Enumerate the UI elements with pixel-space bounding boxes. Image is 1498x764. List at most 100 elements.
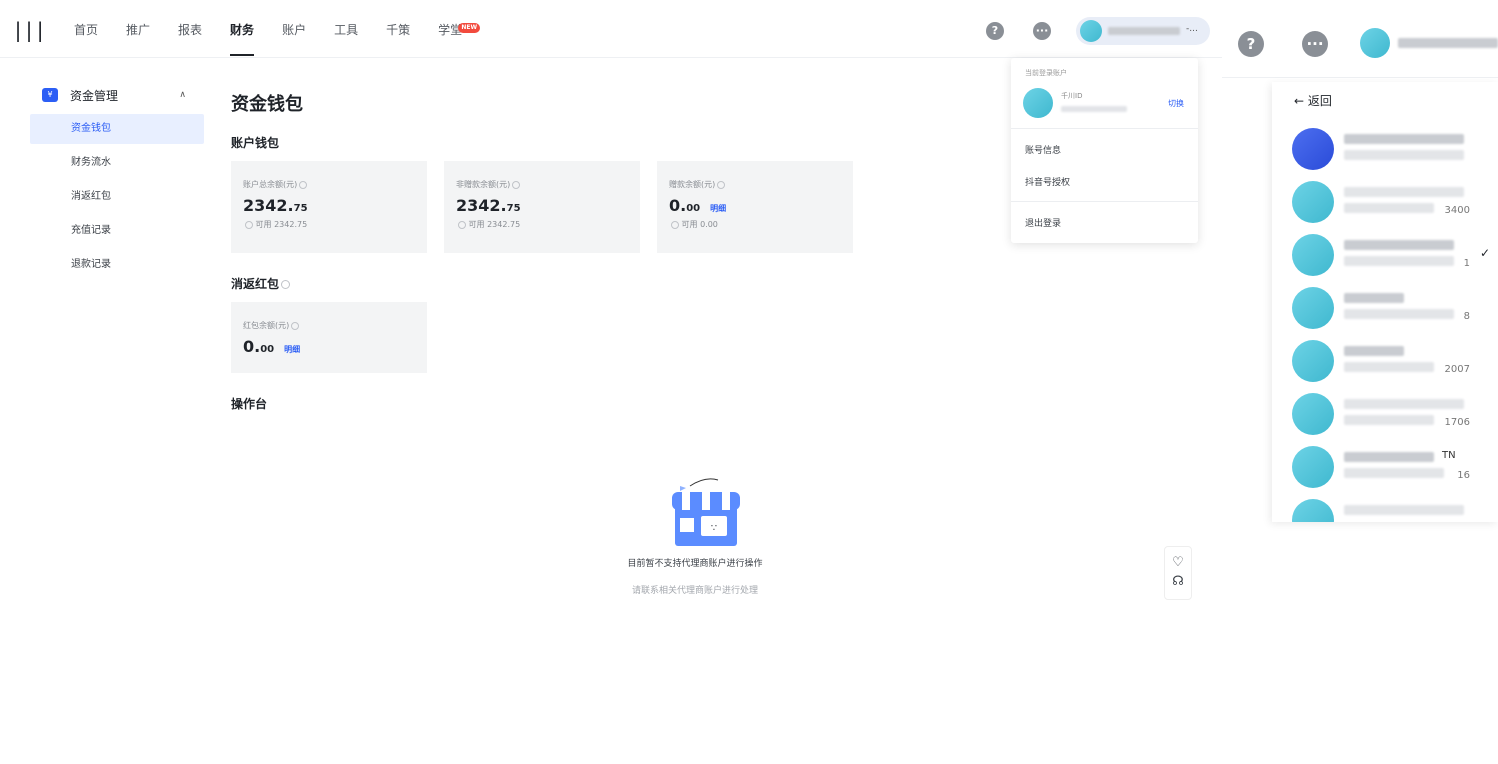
card-value-int: 0. (243, 337, 261, 356)
account-id-blurred (1344, 468, 1444, 478)
card-label: 赠款余额(元) (669, 180, 716, 189)
empty-state: ∵ 目前暂不支持代理商账户进行操作 请联系相关代理商账户进行处理 (620, 476, 770, 596)
account-id-label: 千川ID (1061, 92, 1083, 100)
menu-logout[interactable]: 退出登录 (1025, 216, 1061, 229)
nav-tools[interactable]: 工具 (334, 0, 358, 58)
account-name-blurred (1344, 399, 1464, 409)
closed-shop-icon: ∵ (672, 478, 740, 546)
sidebar: ¥ 资金管理 ∧ 资金钱包 财务流水 消返红包 充值记录 退款记录 (30, 80, 204, 280)
menu-account-info[interactable]: 账号信息 (1025, 143, 1061, 156)
app-logo[interactable]: ||| (12, 18, 46, 42)
card-available: 可用 2342.75 (255, 220, 308, 229)
account-avatar (1023, 88, 1053, 118)
top-nav-bar: ||| 首页 推广 报表 财务 账户 工具 千策 学堂 NEW ? ··· -.… (0, 0, 1222, 58)
message-icon[interactable]: ··· (1033, 22, 1051, 40)
account-item[interactable] (1292, 499, 1492, 522)
card-label: 非赠款余额(元) (456, 180, 511, 189)
account-item[interactable]: 2007 (1292, 340, 1492, 384)
sidebar-item-redpack[interactable]: 消返红包 (30, 182, 204, 212)
nav-promotion[interactable]: 推广 (126, 0, 150, 58)
check-icon: ✓ (1479, 246, 1490, 260)
redpack-heading-label: 消返红包 (231, 277, 280, 291)
info-icon[interactable] (291, 321, 300, 330)
message-icon[interactable]: ··· (1302, 31, 1328, 57)
detail-link[interactable]: 明细 (284, 345, 300, 354)
account-id-blurred (1344, 203, 1434, 213)
account-item-selected[interactable]: 1 (1292, 234, 1492, 278)
user-avatar[interactable] (1360, 28, 1390, 58)
page-title: 资金钱包 (231, 94, 303, 115)
account-avatar (1292, 128, 1334, 170)
new-badge: NEW (458, 23, 481, 33)
account-item[interactable]: 1706 (1292, 393, 1492, 437)
info-icon[interactable] (512, 180, 521, 189)
support-icon[interactable]: ☊ (1165, 574, 1191, 589)
help-icon[interactable]: ? (1238, 31, 1264, 57)
nav-reports[interactable]: 报表 (178, 0, 202, 58)
account-name-blurred (1344, 187, 1464, 197)
sidebar-section-label: 资金管理 (70, 88, 119, 103)
sidebar-item-refund[interactable]: 退款记录 (30, 250, 204, 280)
sidebar-section-funds[interactable]: ¥ 资金管理 ∧ (30, 80, 204, 110)
account-avatar (1292, 340, 1334, 382)
main-nav: 首页 推广 报表 财务 账户 工具 千策 学堂 NEW (74, 0, 490, 58)
info-icon[interactable] (717, 180, 726, 189)
card-value-dec: 00 (686, 203, 701, 214)
back-button[interactable]: ← 返回 (1294, 92, 1332, 109)
account-item[interactable]: 3400 (1292, 181, 1492, 225)
nav-account[interactable]: 账户 (282, 0, 306, 58)
account-item[interactable]: 8 (1292, 287, 1492, 331)
info-icon[interactable] (281, 280, 291, 289)
account-name-blurred (1344, 452, 1434, 462)
account-avatar (1292, 499, 1334, 522)
nav-qiance[interactable]: 千策 (386, 0, 410, 58)
card-value-dec: 75 (293, 203, 308, 214)
account-id-blurred (1344, 415, 1434, 425)
sidebar-item-flow[interactable]: 财务流水 (30, 148, 204, 178)
user-menu-trigger[interactable]: -... (1076, 17, 1210, 45)
card-available: 可用 0.00 (681, 220, 718, 229)
redpack-cards: 红包余额(元) 0.00 明细 (231, 302, 853, 373)
account-item[interactable]: TN 16 (1292, 446, 1492, 490)
divider (1011, 128, 1198, 129)
account-name-blurred (1344, 293, 1404, 303)
wallet-cards: 账户总余额(元) 2342.75 可用 2342.75 非赠款余额(元) 234… (231, 161, 853, 253)
help-icon[interactable]: ? (986, 22, 1004, 40)
balance-card-grant: 赠款余额(元) 0.00 明细 可用 0.00 (657, 161, 853, 253)
user-name-blurred (1398, 38, 1498, 48)
secondary-header: ? ··· (1222, 0, 1498, 78)
chevron-up-icon: ∧ (179, 90, 186, 100)
wallet-icon: ¥ (42, 88, 58, 102)
info-icon (458, 220, 466, 229)
account-item[interactable] (1292, 128, 1492, 172)
account-id-tail: 16 (1457, 470, 1470, 481)
account-name-blurred (1344, 240, 1454, 250)
account-avatar (1292, 393, 1334, 435)
user-avatar (1080, 20, 1102, 42)
back-label: 返回 (1307, 94, 1332, 108)
account-id-tail: 1706 (1444, 417, 1470, 428)
page: ||| 首页 推广 报表 财务 账户 工具 千策 学堂 NEW ? ··· -.… (0, 0, 1498, 764)
account-id-tail: 3400 (1444, 205, 1470, 216)
nav-academy[interactable]: 学堂 NEW (438, 0, 481, 58)
menu-douyin-auth[interactable]: 抖音号授权 (1025, 175, 1070, 188)
account-id-blurred (1061, 106, 1127, 112)
feedback-icon[interactable]: ♡ (1165, 555, 1191, 570)
sidebar-item-wallet[interactable]: 资金钱包 (30, 114, 204, 144)
current-account-label: 当前登录账户 (1025, 69, 1067, 77)
user-name-tail: -... (1186, 24, 1198, 34)
switch-account-link[interactable]: 切换 (1168, 98, 1184, 109)
nav-home[interactable]: 首页 (74, 0, 98, 58)
detail-link[interactable]: 明细 (710, 204, 726, 213)
sidebar-item-recharge[interactable]: 充值记录 (30, 216, 204, 246)
account-id-blurred (1344, 309, 1454, 319)
card-value-int: 0. (669, 196, 687, 215)
arrow-left-icon: ← (1294, 94, 1305, 108)
redpack-heading: 消返红包 (231, 275, 853, 292)
card-label: 账户总余额(元) (243, 180, 298, 189)
redpack-card: 红包余额(元) 0.00 明细 (231, 302, 427, 373)
balance-card-total: 账户总余额(元) 2342.75 可用 2342.75 (231, 161, 427, 253)
nav-finance[interactable]: 财务 (230, 0, 255, 58)
info-icon[interactable] (299, 180, 308, 189)
empty-hint: 请联系相关代理商账户进行处理 (631, 586, 758, 596)
